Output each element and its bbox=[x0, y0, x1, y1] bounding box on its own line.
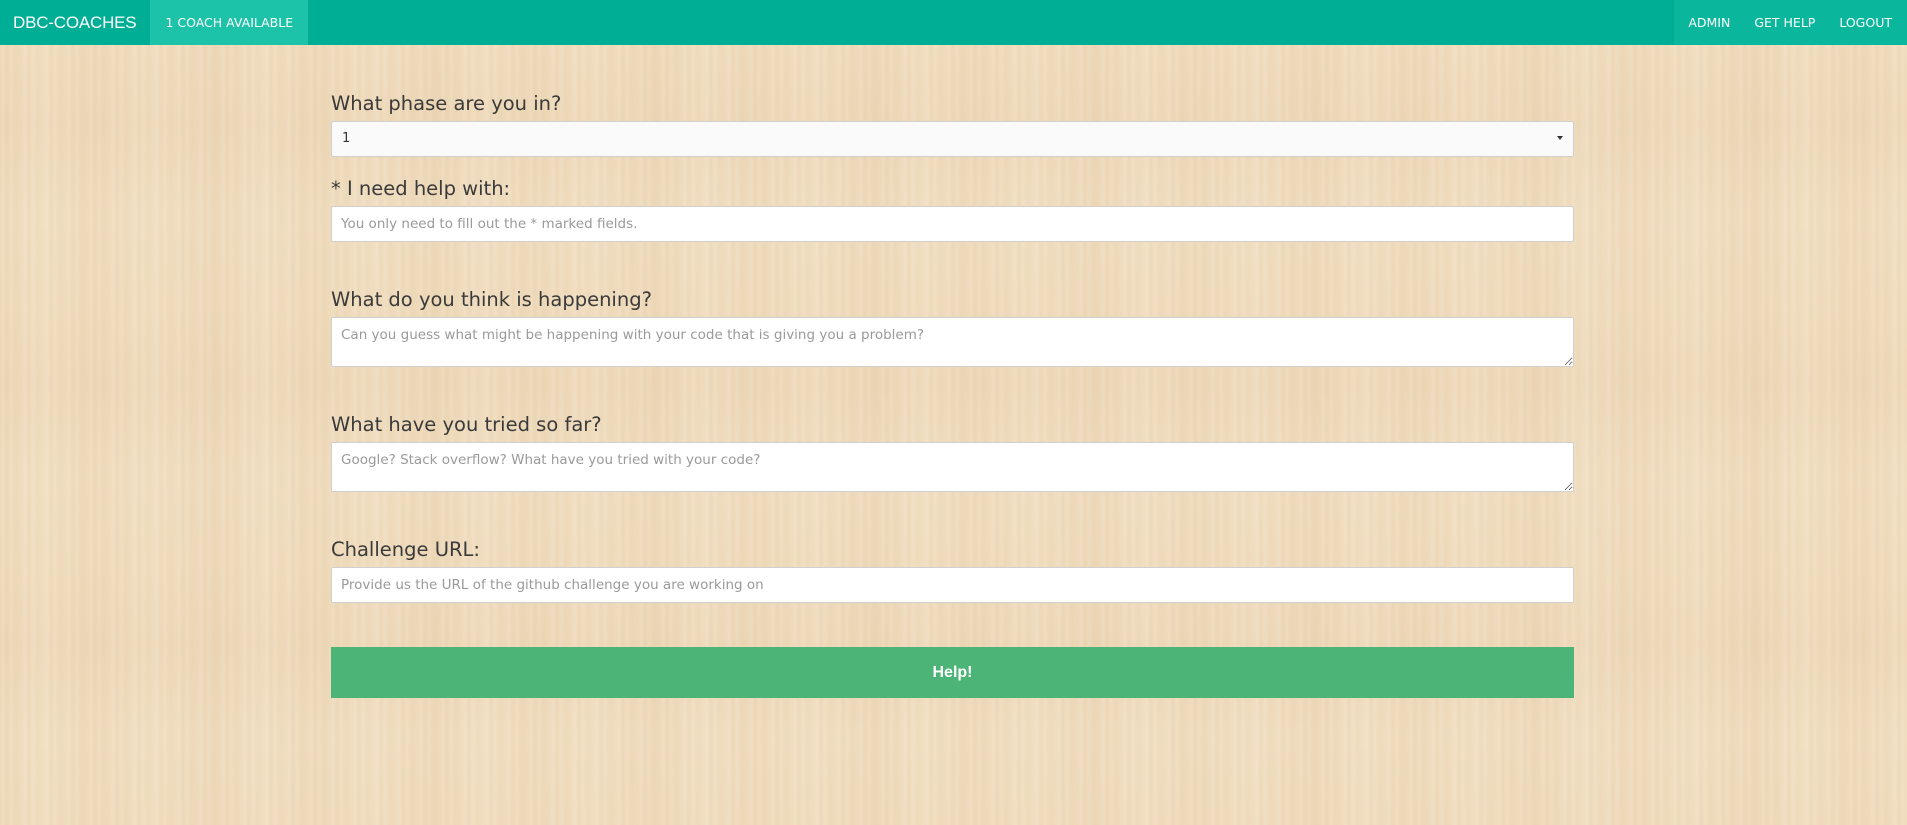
phase-label: What phase are you in? bbox=[331, 92, 562, 115]
help-request-form: What phase are you in? 1 * I need help w… bbox=[331, 90, 1574, 698]
nav-logout-link[interactable]: LOGOUT bbox=[1827, 0, 1907, 45]
top-navbar: DBC-COACHES 1 COACH AVAILABLE ADMIN GET … bbox=[0, 0, 1907, 45]
help-with-label: * I need help with: bbox=[331, 177, 511, 200]
phase-select[interactable]: 1 bbox=[331, 121, 1574, 157]
tried-label: What have you tried so far? bbox=[331, 413, 602, 436]
happening-textarea[interactable] bbox=[331, 317, 1574, 367]
chevron-down-icon bbox=[1557, 136, 1563, 140]
navbar-right-menu: ADMIN GET HELP LOGOUT bbox=[1674, 0, 1907, 45]
phase-select-value: 1 bbox=[342, 131, 351, 146]
help-with-input[interactable] bbox=[331, 206, 1574, 242]
tried-textarea[interactable] bbox=[331, 442, 1574, 492]
challenge-url-label: Challenge URL: bbox=[331, 538, 480, 561]
nav-admin-link[interactable]: ADMIN bbox=[1674, 0, 1742, 45]
happening-label: What do you think is happening? bbox=[331, 288, 652, 311]
coach-availability-indicator[interactable]: 1 COACH AVAILABLE bbox=[150, 0, 309, 45]
help-submit-button[interactable]: Help! bbox=[331, 647, 1574, 698]
brand-logo-link[interactable]: DBC-COACHES bbox=[0, 0, 150, 45]
nav-get-help-link[interactable]: GET HELP bbox=[1742, 0, 1827, 45]
challenge-url-input[interactable] bbox=[331, 567, 1574, 603]
